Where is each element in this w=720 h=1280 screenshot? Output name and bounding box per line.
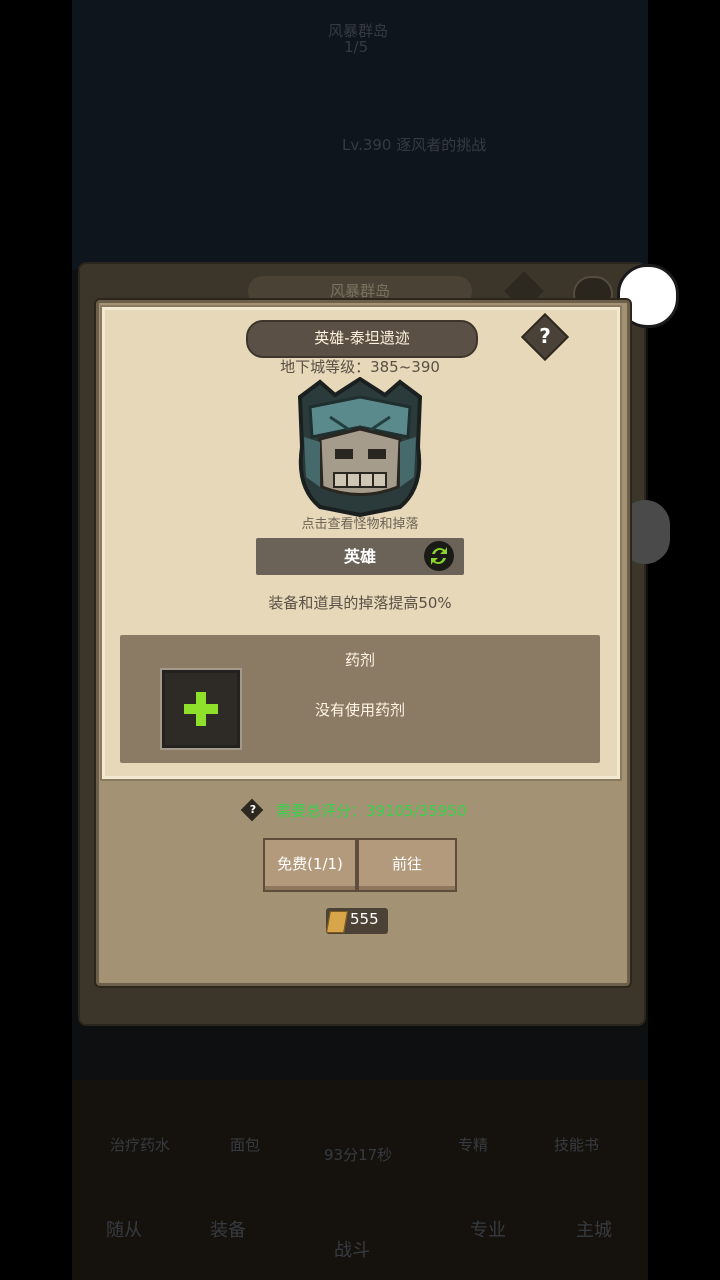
cost-badge: 555 [326,908,388,934]
potion-status: 没有使用药剂 [314,701,405,719]
plus-icon[interactable] [162,670,240,748]
info-icon-label[interactable]: ? [244,801,262,819]
difficulty-selector[interactable]: 英雄 [256,538,464,575]
titan-helmet-icon[interactable] [290,377,430,517]
swap-difficulty-icon[interactable] [424,541,454,571]
action-buttons: 免费(1/1) 前往 [263,838,457,892]
monster-hint[interactable]: 点击查看怪物和掉落 [240,513,480,532]
go-button[interactable]: 前往 [357,838,457,892]
drop-bonus-text: 装备和道具的掉落提高50% [268,594,452,612]
requirement-text: 需要总评分：39105/35950 [276,802,467,820]
help-icon-label[interactable]: ? [528,321,562,351]
potion-slot[interactable] [160,668,242,750]
scroll-icon [326,911,348,933]
score-requirement: ? 需要总评分：39105/35950 [240,798,500,822]
potion-section: 药剂 没有使用药剂 [120,635,600,763]
dungeon-level: 地下城等级：385~390 [280,358,440,376]
cost-value: 555 [350,910,379,928]
dungeon-title: 英雄-泰坦遗迹 [246,320,478,358]
potion-title: 药剂 [344,651,375,669]
free-button[interactable]: 免费(1/1) [263,838,357,892]
